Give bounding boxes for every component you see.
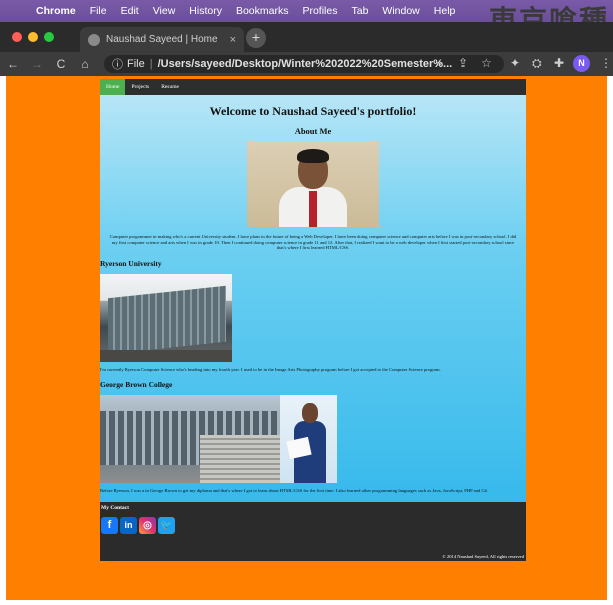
tab-close-icon[interactable]: × bbox=[230, 34, 236, 46]
tab-title: Naushad Sayeed | Home bbox=[106, 34, 218, 45]
browser-tab-strip: Naushad Sayeed | Home × bbox=[0, 22, 613, 52]
ryerson-heading: Ryerson University bbox=[100, 258, 162, 268]
page-title: Welcome to Naushad Sayeed's portfolio! bbox=[209, 104, 417, 118]
menu-help[interactable]: Help bbox=[434, 5, 456, 17]
bookmark-star-icon[interactable]: ☆ bbox=[481, 56, 492, 70]
gbc-paragraph: Before Ryerson, I was a in George Brown … bbox=[100, 488, 488, 494]
forward-arrow-icon[interactable]: → bbox=[26, 57, 48, 71]
globe-icon bbox=[88, 33, 100, 46]
menu-app-chrome[interactable]: Chrome bbox=[36, 5, 76, 17]
minimize-window-button[interactable] bbox=[28, 32, 38, 42]
extension-icon[interactable]: ✦ bbox=[510, 56, 520, 70]
zoom-window-button[interactable] bbox=[44, 32, 54, 42]
graduation-photo bbox=[280, 395, 337, 484]
browser-toolbar: ← → C ⌂ ⓘ File | /Users/sayeed/Desktop/W… bbox=[0, 52, 613, 76]
about-paragraph: Computer programmer in making who's a cu… bbox=[109, 234, 517, 251]
address-bar[interactable]: ⓘ File | /Users/sayeed/Desktop/Winter%20… bbox=[104, 55, 504, 73]
nav-resume[interactable]: Resume bbox=[155, 79, 185, 95]
menu-view[interactable]: View bbox=[153, 5, 176, 17]
gbc-heading: George Brown College bbox=[100, 380, 173, 390]
reload-icon[interactable]: C bbox=[50, 57, 72, 71]
url-scheme-label: File bbox=[127, 58, 145, 70]
linkedin-icon[interactable]: in bbox=[120, 517, 137, 534]
copyright-text: © 2014 Naushad Sayeed, All rights reserv… bbox=[442, 554, 524, 559]
macos-menu-bar: Chrome File Edit View History Bookmarks … bbox=[0, 0, 613, 37]
extension-settings-icon[interactable]: ⛭ bbox=[532, 56, 542, 71]
menu-profiles[interactable]: Profiles bbox=[302, 5, 337, 17]
home-icon[interactable]: ⌂ bbox=[74, 57, 96, 71]
social-links: f in ◎ 🐦 bbox=[100, 511, 526, 534]
menu-window[interactable]: Window bbox=[382, 5, 419, 17]
facebook-icon[interactable]: f bbox=[101, 517, 118, 534]
menu-tab[interactable]: Tab bbox=[351, 5, 368, 17]
contact-footer: My Contact f in ◎ 🐦 © 2014 Naushad Sayee… bbox=[100, 502, 526, 561]
site-navigation: Home Projects Resume bbox=[100, 79, 526, 95]
site-info-icon[interactable]: ⓘ bbox=[112, 56, 123, 72]
twitter-icon[interactable]: 🐦 bbox=[158, 517, 175, 534]
puzzle-extensions-icon[interactable]: ✚ bbox=[554, 56, 564, 70]
menu-edit[interactable]: Edit bbox=[121, 5, 139, 17]
menu-history[interactable]: History bbox=[189, 5, 222, 17]
close-window-button[interactable] bbox=[12, 32, 22, 42]
share-icon[interactable]: ⇪ bbox=[458, 56, 468, 70]
gbc-building-photo bbox=[100, 395, 280, 484]
nav-projects[interactable]: Projects bbox=[125, 79, 155, 95]
menu-file[interactable]: File bbox=[90, 5, 107, 17]
browser-tab-active[interactable]: Naushad Sayeed | Home × bbox=[80, 27, 244, 52]
nav-home[interactable]: Home bbox=[100, 79, 126, 95]
portrait-photo bbox=[247, 141, 379, 227]
gbc-photos bbox=[100, 395, 526, 484]
back-arrow-icon[interactable]: ← bbox=[2, 57, 24, 71]
page-viewport: Home Projects Resume Welcome to Naushad … bbox=[6, 76, 607, 600]
profile-avatar[interactable]: N bbox=[573, 55, 590, 72]
about-heading: About Me bbox=[294, 126, 332, 136]
zoom-icon[interactable]: ⌕ bbox=[436, 56, 443, 71]
url-text: /Users/sayeed/Desktop/Winter%202022%20Se… bbox=[157, 58, 453, 70]
instagram-icon[interactable]: ◎ bbox=[139, 517, 156, 534]
menu-bookmarks[interactable]: Bookmarks bbox=[236, 5, 289, 17]
portfolio-page: Home Projects Resume Welcome to Naushad … bbox=[100, 79, 526, 561]
contact-heading: My Contact bbox=[101, 505, 129, 511]
ryerson-paragraph: I'm currently Ryerson Computer Science w… bbox=[100, 366, 441, 372]
new-tab-button[interactable]: + bbox=[246, 28, 266, 48]
ryerson-building-photo bbox=[100, 273, 232, 362]
chrome-menu-icon[interactable]: ⋮ bbox=[600, 56, 612, 70]
